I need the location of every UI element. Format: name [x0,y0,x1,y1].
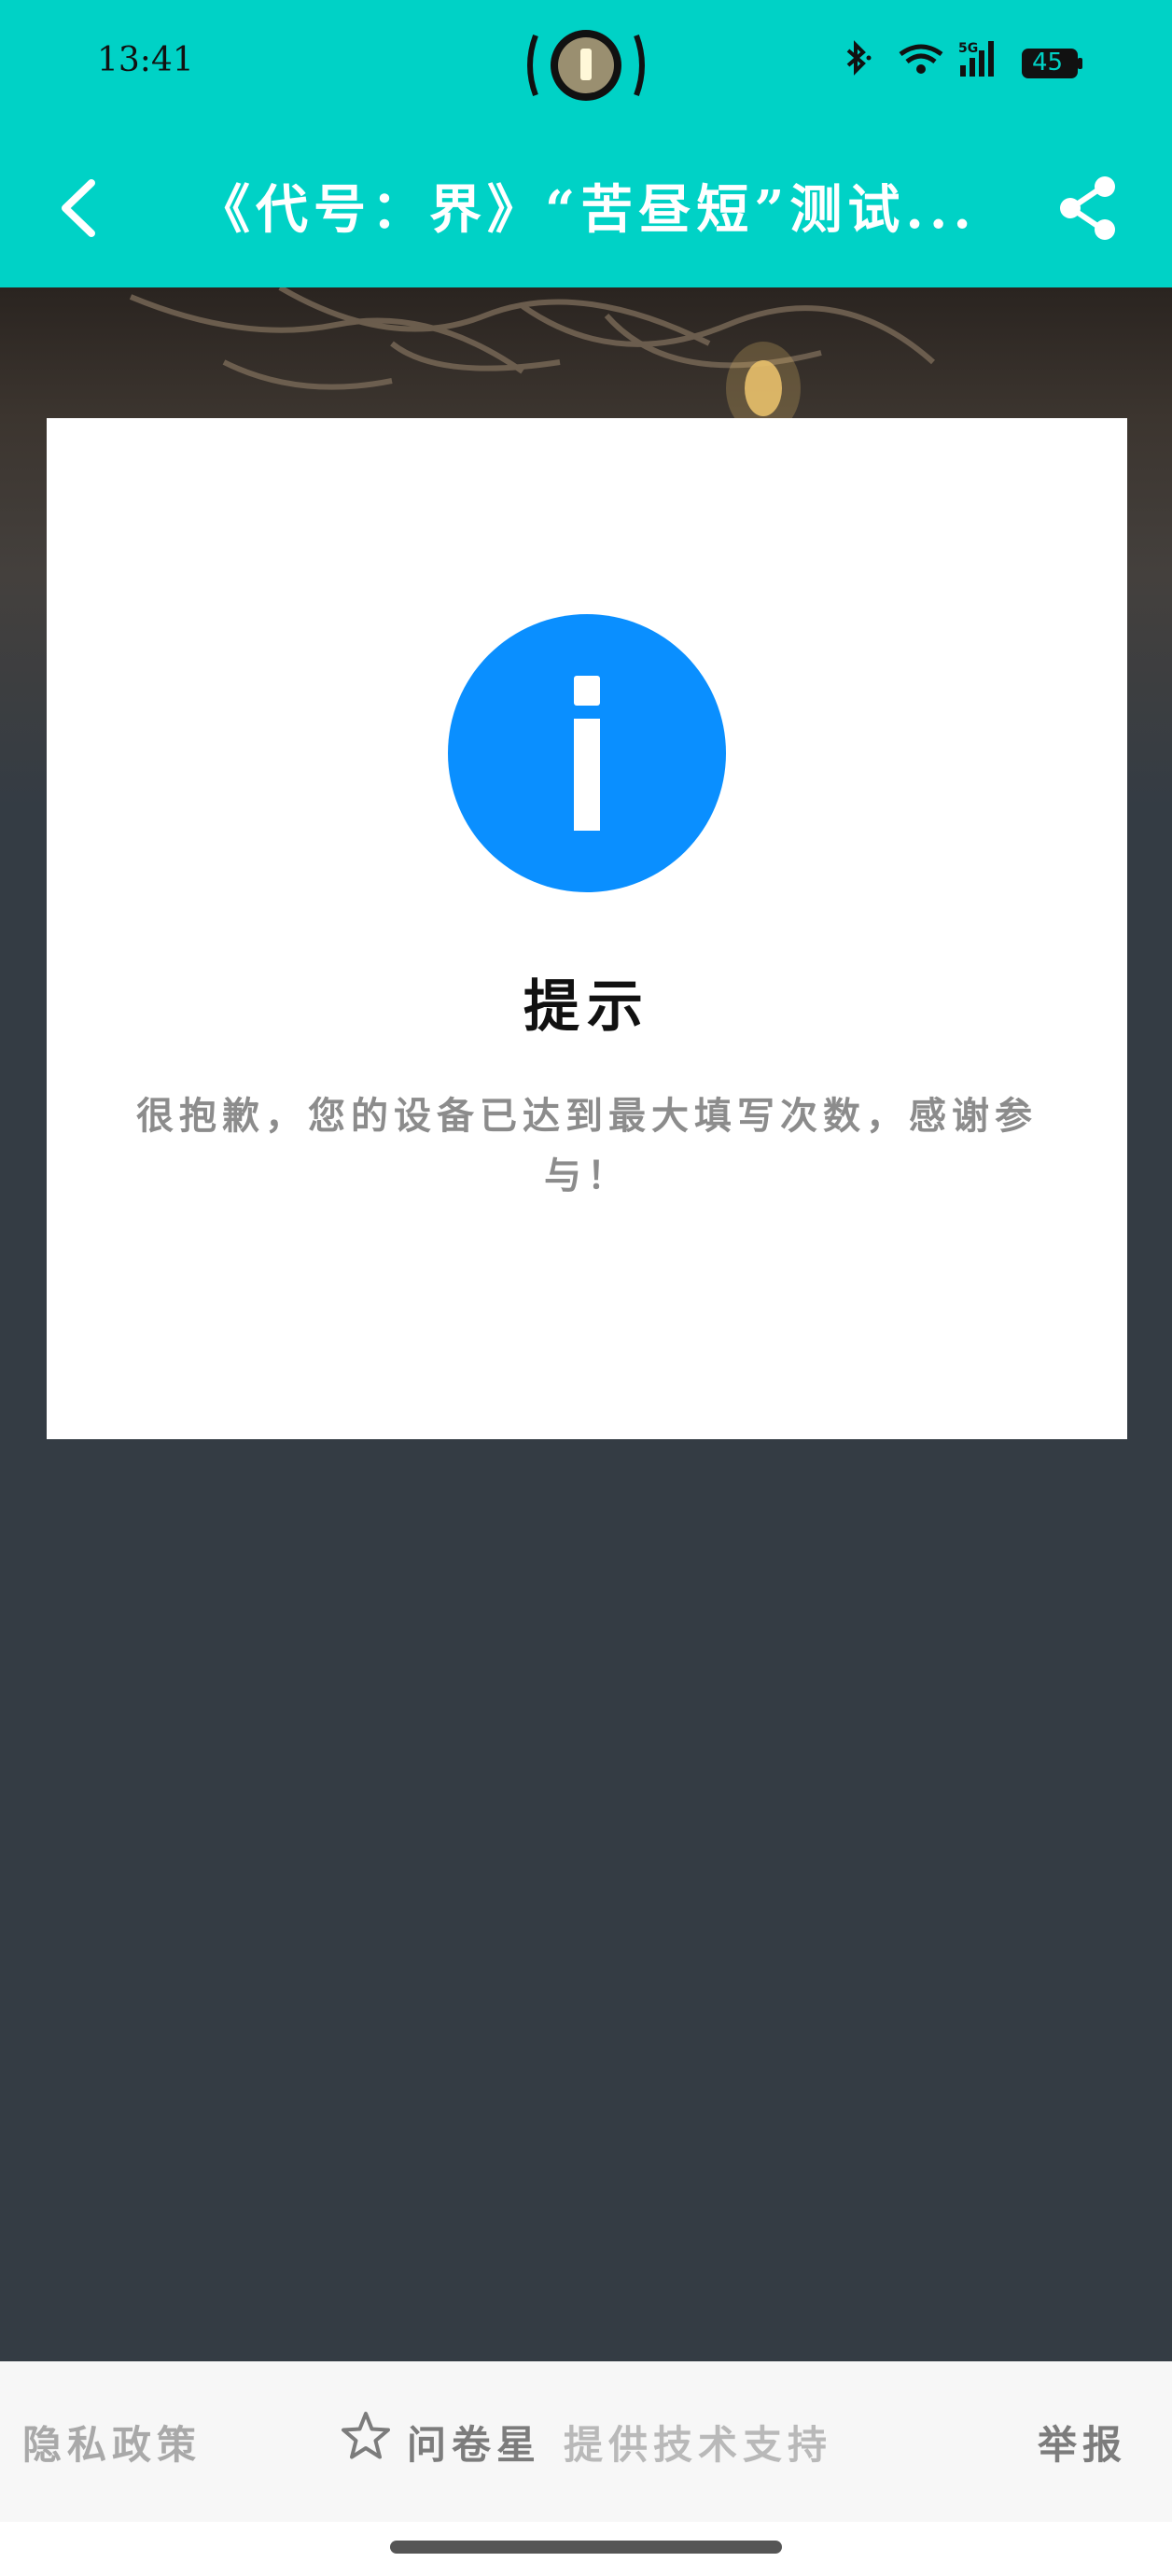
alert-title: 提示 [523,974,650,1040]
alert-card: 提示 很抱歉，您的设备已达到最大填写次数，感谢参与！ [47,418,1127,1439]
report-link[interactable]: 举报 [1038,2414,1127,2471]
tech-support-text: 提供技术支持 [564,2422,833,2468]
status-time: 13:41 [97,41,194,79]
star-icon [342,2412,390,2459]
info-icon [448,614,726,892]
alert-message: 很抱歉，您的设备已达到最大填写次数，感谢参与！ [136,1094,1038,1197]
back-arrow-icon[interactable] [52,175,108,241]
signal-icon: 5G [958,41,994,77]
privacy-policy-link[interactable]: 隐私政策 [22,2414,202,2471]
footer: 隐私政策 问卷星 提供技术支持 举报 [0,2361,1172,2522]
app-header: 13:41 5G 45 《代号：界》“苦昼短”测试... [0,0,1172,287]
share-icon[interactable] [1056,174,1120,243]
wifi-icon [899,44,943,74]
home-indicator[interactable] [390,2541,782,2554]
battery-level: 45 [1032,49,1064,77]
flashlight-icon [527,30,645,101]
bluetooth-icon [846,40,872,76]
svg-text:5G: 5G [958,41,978,56]
brand-link[interactable]: 问卷星 [407,2414,541,2471]
system-nav-bar [0,2522,1172,2576]
page-title: 《代号：界》“苦昼短”测试... [198,179,977,241]
